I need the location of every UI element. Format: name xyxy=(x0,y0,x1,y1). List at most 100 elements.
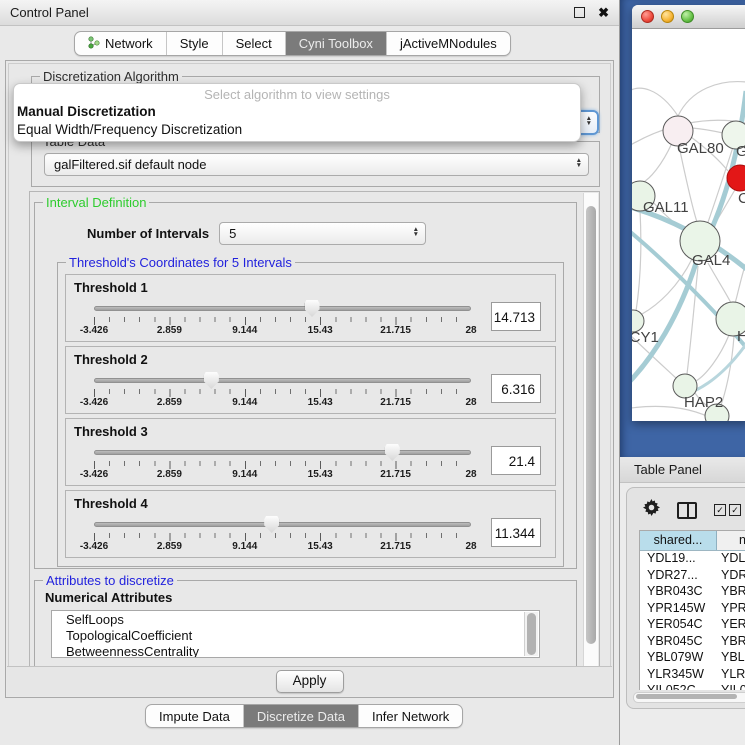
scrollbar-thumb[interactable] xyxy=(636,694,737,699)
split-view-icon[interactable] xyxy=(677,502,697,519)
thresholds-coordinates-legend: Threshold's Coordinates for 5 Intervals xyxy=(66,255,295,270)
table-row[interactable]: YLR345WYLR3 xyxy=(640,667,745,684)
close-traffic-light-icon[interactable] xyxy=(641,10,654,23)
tab-network[interactable]: Network xyxy=(75,32,166,55)
popup-placeholder-text: Select algorithm to view settings xyxy=(14,84,580,102)
tick-label: 15.43 xyxy=(308,325,333,336)
table-row[interactable]: YBR043CYBR0 xyxy=(640,584,745,601)
interval-definition-group: Interval Definition Number of Intervals … xyxy=(34,195,577,569)
list-item-selfloops[interactable]: SelfLoops xyxy=(52,612,539,628)
column-visibility-icons[interactable]: ✓ ✓ xyxy=(714,504,741,516)
tab-jactivemnodules[interactable]: jActiveMNodules xyxy=(386,32,510,55)
table-row[interactable]: YDR27...YDR2 xyxy=(640,568,745,585)
tick-label: 15.43 xyxy=(308,541,333,552)
settings-scrollpane: Interval Definition Number of Intervals … xyxy=(29,191,600,669)
popup-item-manual-discretization[interactable]: Manual Discretization xyxy=(14,102,580,120)
node-attribute-table: shared... n YDL19...YDL1 YDR27...YDR2 YB… xyxy=(639,530,745,690)
threshold-2-slider[interactable]: -3.426 2.859 9.144 15.43 21.715 28 xyxy=(94,369,471,411)
list-item-topologicalcoefficient[interactable]: TopologicalCoefficient xyxy=(52,628,539,644)
threshold-3-slider[interactable]: -3.426 2.859 9.144 15.43 21.715 28 xyxy=(94,441,471,483)
table-row[interactable]: YBR045CYBR0 xyxy=(640,634,745,651)
tick-label: 2.859 xyxy=(157,397,182,408)
label-partial-top: G xyxy=(736,143,745,160)
table-data-combo-value: galFiltered.sif default node xyxy=(54,157,206,172)
apply-button[interactable]: Apply xyxy=(276,670,344,693)
table-row[interactable]: YBL079WYBL0 xyxy=(640,650,745,667)
slider-thumb[interactable] xyxy=(264,516,279,533)
slider-thumb[interactable] xyxy=(305,300,320,317)
table-row[interactable]: YER054CYER0 xyxy=(640,617,745,634)
list-vertical-scrollbar[interactable] xyxy=(524,612,538,656)
network-tab-icon xyxy=(88,36,100,52)
control-panel-titlebar: Control Panel ✖ xyxy=(0,0,619,26)
threshold-4-value[interactable]: 11.344 xyxy=(491,518,541,547)
scrollbar-thumb[interactable] xyxy=(586,206,596,644)
column-header-shared-name[interactable]: shared... xyxy=(640,531,717,550)
slider-track[interactable] xyxy=(94,450,471,455)
tick-label: 21.715 xyxy=(380,469,411,480)
label-hap2: HAP2 xyxy=(684,394,723,411)
list-item-betweennesscentrality[interactable]: BetweennessCentrality xyxy=(52,644,539,658)
right-region: GAL80 G C GAL11 GAL4 GCY1 H HAP2 Table P… xyxy=(620,0,745,745)
bottom-tab-bar: Impute Data Discretize Data Infer Networ… xyxy=(145,704,463,728)
float-window-icon[interactable] xyxy=(574,7,585,18)
slider-track[interactable] xyxy=(94,378,471,383)
column-header-name[interactable]: n xyxy=(717,531,745,550)
threshold-3-panel: Threshold 3 -3.426 2.859 9.144 xyxy=(65,418,556,486)
network-window-titlebar xyxy=(632,5,745,29)
tick-label: 21.715 xyxy=(380,541,411,552)
label-gcy1: GCY1 xyxy=(632,329,659,346)
tick-label: 21.715 xyxy=(380,325,411,336)
tab-impute-data[interactable]: Impute Data xyxy=(146,705,243,727)
threshold-1-value[interactable]: 14.713 xyxy=(491,302,541,331)
minimize-traffic-light-icon[interactable] xyxy=(661,10,674,23)
tick-label: 28 xyxy=(465,469,476,480)
threshold-4-panel: Threshold 4 -3.426 2.859 9.144 xyxy=(65,490,556,558)
control-panel-title: Control Panel xyxy=(10,5,89,20)
tab-select[interactable]: Select xyxy=(222,32,285,55)
close-icon[interactable]: ✖ xyxy=(598,5,609,21)
table-row[interactable]: YIL052CYIL0 xyxy=(640,683,745,690)
threshold-2-value[interactable]: 6.316 xyxy=(491,374,541,403)
table-row[interactable]: YPR145WYPR1 xyxy=(640,601,745,618)
table-row[interactable]: YDL19...YDL1 xyxy=(640,551,745,568)
threshold-1-label: Threshold 1 xyxy=(74,280,555,295)
label-partial-low: H xyxy=(737,328,745,345)
desktop-background: GAL80 G C GAL11 GAL4 GCY1 H HAP2 xyxy=(620,0,745,457)
tab-discretize-data[interactable]: Discretize Data xyxy=(243,705,358,727)
tick-label: 2.859 xyxy=(157,469,182,480)
number-of-intervals-label: Number of Intervals xyxy=(87,226,209,241)
slider-thumb[interactable] xyxy=(385,444,400,461)
table-panel-body: ✓ ✓ shared... n YDL19...YDL1 YDR27...YDR… xyxy=(620,483,745,745)
threshold-1-slider[interactable]: -3.426 2.859 9.144 15.43 21.715 28 xyxy=(94,297,471,339)
settings-vertical-scrollbar[interactable] xyxy=(583,193,598,667)
tab-cyni-toolbox[interactable]: Cyni Toolbox xyxy=(285,32,386,55)
slider-track[interactable] xyxy=(94,522,471,527)
label-gal80: GAL80 xyxy=(677,140,724,157)
popup-item-equal-width-frequency[interactable]: Equal Width/Frequency Discretization xyxy=(14,120,580,138)
zoom-traffic-light-icon[interactable] xyxy=(681,10,694,23)
table-panel-container: ✓ ✓ shared... n YDL19...YDL1 YDR27...YDR… xyxy=(626,487,745,709)
apply-row: Apply xyxy=(7,666,612,696)
threshold-3-value[interactable]: 21.4 xyxy=(491,446,541,475)
numerical-attributes-list: SelfLoops TopologicalCoefficient Between… xyxy=(51,610,540,658)
network-canvas[interactable]: GAL80 G C GAL11 GAL4 GCY1 H HAP2 xyxy=(632,29,745,421)
tick-label: -3.426 xyxy=(80,469,108,480)
slider-track[interactable] xyxy=(94,306,471,311)
tick-label: -3.426 xyxy=(80,325,108,336)
tick-label: 28 xyxy=(465,541,476,552)
network-view-window: GAL80 G C GAL11 GAL4 GCY1 H HAP2 xyxy=(632,5,745,421)
checkbox-icon: ✓ xyxy=(714,504,726,516)
tick-label: 9.144 xyxy=(232,541,257,552)
tab-infer-network[interactable]: Infer Network xyxy=(358,705,462,727)
threshold-4-slider[interactable]: -3.426 2.859 9.144 15.43 21.715 28 xyxy=(94,513,471,555)
tick-label: 28 xyxy=(465,325,476,336)
slider-thumb[interactable] xyxy=(204,372,219,389)
gear-icon[interactable] xyxy=(643,499,660,521)
number-of-intervals-combo[interactable]: 5 ▲▼ xyxy=(219,222,426,245)
checkbox-icon: ✓ xyxy=(729,504,741,516)
tab-style[interactable]: Style xyxy=(166,32,222,55)
table-rows: YDL19...YDL1 YDR27...YDR2 YBR043CYBR0 YP… xyxy=(640,551,745,690)
table-data-combo[interactable]: galFiltered.sif default node ▲▼ xyxy=(44,153,589,176)
table-horizontal-scrollbar[interactable] xyxy=(633,692,745,703)
